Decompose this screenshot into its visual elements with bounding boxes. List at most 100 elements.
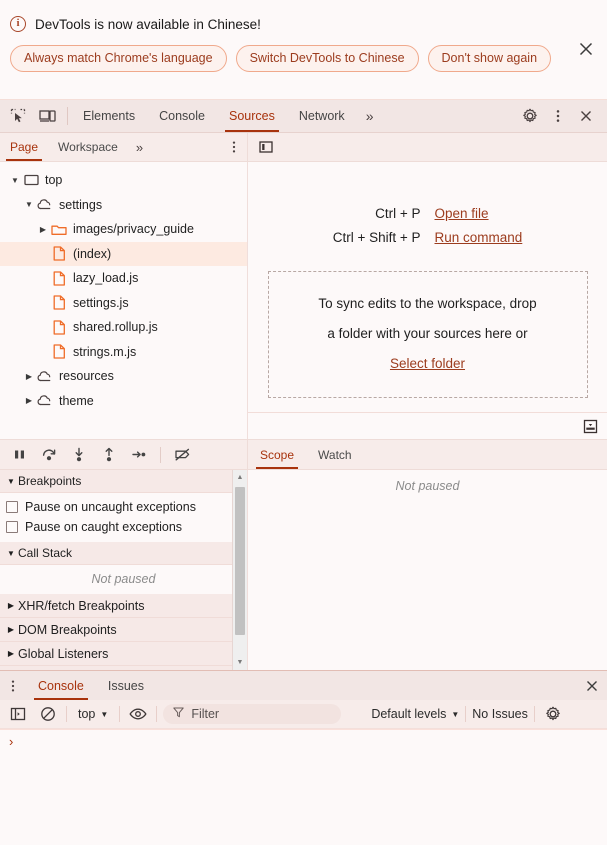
drawer-tab-console[interactable]: Console <box>26 671 96 700</box>
show-drawer-icon[interactable] <box>580 416 600 436</box>
debugger-controls <box>0 440 248 469</box>
tab-watch[interactable]: Watch <box>306 440 364 469</box>
banner-close-icon[interactable] <box>575 38 597 60</box>
tree-item-label: images/privacy_guide <box>73 222 194 237</box>
chevron-down-icon[interactable] <box>22 200 36 209</box>
issues-counter[interactable]: No Issues <box>472 707 528 721</box>
tree-item-theme[interactable]: theme <box>0 389 247 414</box>
dropzone-text-line1: To sync edits to the workspace, drop <box>318 296 537 311</box>
chevron-right-icon <box>4 649 18 658</box>
chevron-down-icon <box>4 549 18 558</box>
step-into-icon[interactable] <box>68 444 90 466</box>
document-icon <box>50 320 68 335</box>
device-toolbar-icon[interactable] <box>36 105 58 127</box>
shortcut-keys-open-file: Ctrl + P <box>375 206 421 221</box>
panel-tabs: Elements Console Sources Network » <box>71 100 382 132</box>
global-listeners-section[interactable]: Global Listeners <box>0 642 247 666</box>
gear-icon[interactable] <box>517 105 543 127</box>
console-settings-gear-icon[interactable] <box>541 703 565 725</box>
inspect-element-icon[interactable] <box>7 105 29 127</box>
devtools-close-icon[interactable] <box>573 105 599 127</box>
tree-item-settings-js[interactable]: settings.js <box>0 291 247 316</box>
tree-item-images-privacy-guide[interactable]: images/privacy_guide <box>0 217 247 242</box>
tree-item-strings-m-js[interactable]: strings.m.js <box>0 340 247 365</box>
tab-elements[interactable]: Elements <box>71 100 147 132</box>
clear-console-icon[interactable] <box>36 703 60 725</box>
navigator-more-chevron-icon[interactable]: » <box>128 133 151 161</box>
pause-uncaught-exceptions-row[interactable]: Pause on uncaught exceptions <box>0 497 247 517</box>
step-out-icon[interactable] <box>98 444 120 466</box>
workspace-dropzone[interactable]: To sync edits to the workspace, drop a f… <box>267 271 588 398</box>
breakpoints-section-header[interactable]: Breakpoints <box>0 470 247 493</box>
tree-item-lazy-load-js[interactable]: lazy_load.js <box>0 266 247 291</box>
tree-item-index[interactable]: (index) <box>0 241 247 266</box>
tab-console[interactable]: Console <box>147 100 217 132</box>
tab-network[interactable]: Network <box>287 100 357 132</box>
console-filter-input[interactable]: Filter <box>163 704 342 724</box>
debugger-sidebar: Breakpoints Pause on uncaught exceptions… <box>0 470 248 670</box>
pause-caught-exceptions-row[interactable]: Pause on caught exceptions <box>0 517 247 537</box>
scope-empty-message: Not paused <box>395 479 460 493</box>
pause-script-icon[interactable] <box>8 444 30 466</box>
scrollbar-down-arrow-icon[interactable]: ▼ <box>233 655 247 670</box>
drawer-close-icon[interactable] <box>577 671 607 700</box>
console-output-area[interactable]: › <box>0 729 607 829</box>
console-toolbar: top ▼ Filter Default levels ▼ No Issues <box>0 700 607 729</box>
debugger-toolbar-row: Scope Watch <box>0 439 607 470</box>
always-match-chrome-language-button[interactable]: Always match Chrome's language <box>10 45 227 72</box>
switch-devtools-to-chinese-button[interactable]: Switch DevTools to Chinese <box>235 45 419 72</box>
console-prompt[interactable]: › <box>0 730 607 752</box>
navigator-kebab-menu-icon[interactable] <box>221 133 247 161</box>
chevron-right-icon[interactable] <box>22 396 36 405</box>
chevron-down-icon[interactable] <box>8 176 22 185</box>
scrollbar-up-arrow-icon[interactable]: ▲ <box>233 470 247 485</box>
drawer-tab-issues[interactable]: Issues <box>96 671 156 700</box>
deactivate-breakpoints-icon[interactable] <box>171 444 193 466</box>
scrollbar-thumb[interactable] <box>235 487 245 635</box>
tabbar-divider <box>67 107 68 125</box>
open-file-link[interactable]: Open file <box>435 206 523 221</box>
breakpoints-title: Breakpoints <box>18 474 82 488</box>
call-stack-section-header[interactable]: Call Stack <box>0 542 247 565</box>
console-sidebar-icon[interactable] <box>6 703 30 725</box>
show-navigator-icon[interactable] <box>256 137 276 157</box>
dom-breakpoints-section[interactable]: DOM Breakpoints <box>0 618 247 642</box>
tab-sources[interactable]: Sources <box>217 100 287 132</box>
navigator-tab-page[interactable]: Page <box>0 133 48 161</box>
tree-item-label: top <box>45 173 63 188</box>
execution-context-selector[interactable]: top ▼ <box>73 707 113 721</box>
tree-item-resources[interactable]: resources <box>0 364 247 389</box>
tab-scope[interactable]: Scope <box>248 440 306 469</box>
drawer-kebab-menu-icon[interactable] <box>0 671 26 700</box>
navigator-tab-workspace[interactable]: Workspace <box>48 133 128 161</box>
kebab-menu-icon[interactable] <box>545 105 571 127</box>
step-icon[interactable] <box>128 444 150 466</box>
file-navigator-tree[interactable]: top settings images/privacy_guide (index… <box>0 162 248 439</box>
step-over-icon[interactable] <box>38 444 60 466</box>
tree-item-settings[interactable]: settings <box>0 193 247 218</box>
sources-upper-pane: top settings images/privacy_guide (index… <box>0 162 607 439</box>
prompt-chevron-icon: › <box>9 733 14 749</box>
banner-message: DevTools is now available in Chinese! <box>35 16 261 32</box>
live-expression-icon[interactable] <box>126 703 150 725</box>
tree-item-shared-rollup-js[interactable]: shared.rollup.js <box>0 315 247 340</box>
chevron-right-icon[interactable] <box>22 372 36 381</box>
pause-caught-exceptions-label: Pause on caught exceptions <box>25 520 183 534</box>
select-folder-link[interactable]: Select folder <box>390 349 465 379</box>
tree-item-label: theme <box>59 393 94 408</box>
pause-uncaught-exceptions-checkbox[interactable] <box>6 501 18 513</box>
dont-show-again-button[interactable]: Don't show again <box>427 45 552 72</box>
frame-icon <box>22 173 40 187</box>
sidebar-scrollbar[interactable]: ▲ ▼ <box>232 470 247 670</box>
run-command-link[interactable]: Run command <box>435 230 523 245</box>
navigator-tabs: Page Workspace » <box>0 133 248 161</box>
event-listener-breakpoints-section[interactable]: Event Listener Breakpoints <box>0 666 247 670</box>
log-levels-selector[interactable]: Default levels ▼ <box>371 707 459 721</box>
tree-item-top[interactable]: top <box>0 168 247 193</box>
tree-item-label: strings.m.js <box>73 344 137 359</box>
editor-placeholder: Ctrl + P Open file Ctrl + Shift + P Run … <box>248 162 607 439</box>
more-tabs-chevron-icon[interactable]: » <box>357 100 383 132</box>
xhr-fetch-breakpoints-section[interactable]: XHR/fetch Breakpoints <box>0 594 247 618</box>
pause-caught-exceptions-checkbox[interactable] <box>6 521 18 533</box>
chevron-right-icon[interactable] <box>36 225 50 234</box>
